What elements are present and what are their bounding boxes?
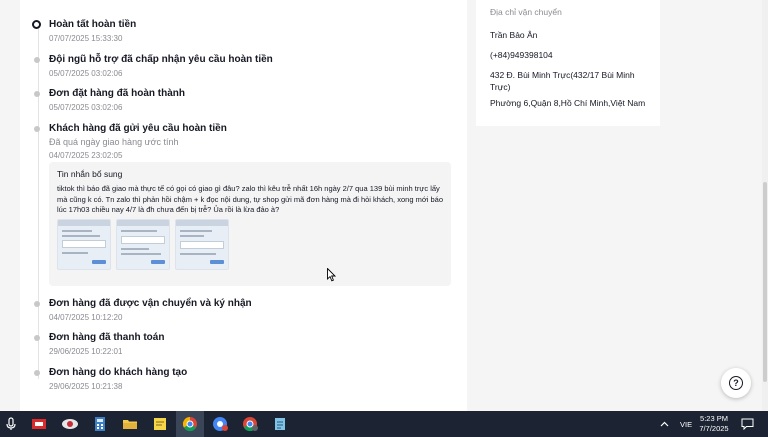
timeline-event-title: Đơn đặt hàng đã hoàn thành [49, 88, 185, 99]
shipping-address-label: Địa chỉ vận chuyển [490, 7, 562, 17]
timeline-event-date: 04/07/2025 10:12:20 [49, 313, 123, 322]
attachment-thumbnail[interactable] [57, 218, 111, 270]
timeline-event-date: 29/06/2025 10:21:38 [49, 382, 123, 391]
address-ward-city: Phường 6,Quận 8,Hồ Chí Minh,Việt Nam [490, 98, 646, 108]
order-timeline-card: Hoàn tất hoàn tiền 07/07/2025 15:33:30 Đ… [20, 0, 467, 411]
additional-message-body: tiktok thì báo đã giao mà thực tế có gọi… [57, 184, 444, 214]
game-icon[interactable] [30, 415, 48, 433]
order-details-page: Hoàn tất hoàn tiền 07/07/2025 15:33:30 Đ… [0, 0, 768, 411]
timeline-dot [34, 335, 40, 341]
timeline-event: Đơn đặt hàng đã hoàn thành 05/07/2025 03… [34, 88, 459, 113]
attachment-thumbnails [57, 218, 443, 270]
notepad-icon[interactable] [271, 415, 289, 433]
timeline-event: Khách hàng đã gửi yêu cầu hoàn tiền Đã q… [34, 123, 459, 161]
timeline-event-title: Đơn hàng do khách hàng tạo [49, 367, 188, 378]
shipping-address-card: Địa chỉ vận chuyển Trần Bảo Ân (+84)9493… [476, 0, 660, 126]
recipient-name: Trần Bảo Ân [490, 30, 538, 40]
timeline-event-subtitle: Đã quá ngày giao hàng ước tính [49, 137, 179, 147]
tray-overflow-icon[interactable] [660, 411, 669, 437]
timeline-event-date: 07/07/2025 15:33:30 [49, 34, 123, 43]
timeline-event-title: Đội ngũ hỗ trợ đã chấp nhận yêu cầu hoàn… [49, 54, 273, 65]
help-button[interactable]: ? [721, 368, 751, 398]
file-explorer-icon[interactable] [121, 415, 139, 433]
mouse-cursor-icon [327, 268, 337, 282]
calculator-icon[interactable] [91, 415, 109, 433]
timeline-event-title: Đơn hàng đã thanh toán [49, 332, 165, 343]
address-street: 432 Đ. Bùi Minh Trực(432/17 Bùi Minh Trự… [490, 70, 635, 92]
timeline-event-date: 05/07/2025 03:02:06 [49, 103, 123, 112]
page-scrollbar-thumb[interactable] [763, 182, 767, 382]
timeline-dot [34, 370, 40, 376]
timeline-event-date: 29/06/2025 10:22:01 [49, 347, 123, 356]
timeline-event-title: Hoàn tất hoàn tiền [49, 19, 137, 30]
timeline-current-dot [32, 20, 41, 29]
recipient-phone: (+84)949398104 [490, 50, 553, 60]
chrome-profile-2-icon[interactable] [241, 415, 259, 433]
timeline-event-date: 05/07/2025 03:02:06 [49, 69, 123, 78]
timeline-event: Hoàn tất hoàn tiền 07/07/2025 15:33:30 [32, 19, 459, 44]
timeline-event: Đơn hàng đã được vận chuyển và ký nhận 0… [34, 298, 459, 323]
timeline-event-title: Đơn hàng đã được vận chuyển và ký nhận [49, 298, 252, 309]
timeline-event: Đội ngũ hỗ trợ đã chấp nhận yêu cầu hoàn… [34, 54, 459, 79]
timeline-event-title: Khách hàng đã gửi yêu cầu hoàn tiền [49, 123, 227, 134]
timeline-rail [38, 24, 39, 379]
chrome-profile-icon[interactable] [211, 415, 229, 433]
input-language[interactable]: VIE [680, 411, 692, 437]
taskbar-clock[interactable]: 5:23 PM 7/7/2025 [694, 414, 734, 434]
mic-icon[interactable] [2, 415, 20, 433]
additional-message-box: Tin nhắn bổ sung tiktok thì báo đã giao … [49, 162, 451, 286]
sticky-notes-icon[interactable] [151, 415, 169, 433]
timeline-event-date: 04/07/2025 23:02:05 [49, 151, 123, 160]
timeline-event: Đơn hàng do khách hàng tạo 29/06/2025 10… [34, 367, 459, 392]
chrome-icon[interactable] [181, 415, 199, 433]
attachment-thumbnail[interactable] [116, 218, 170, 270]
timeline-event: Đơn hàng đã thanh toán 29/06/2025 10:22:… [34, 332, 459, 357]
notification-center-icon[interactable] [741, 411, 754, 437]
clock-date: 7/7/2025 [699, 424, 729, 433]
timeline-dot [34, 301, 40, 307]
timeline-dot [34, 91, 40, 97]
windows-taskbar: VIE 5:23 PM 7/7/2025 [0, 411, 768, 437]
attachment-thumbnail[interactable] [175, 218, 229, 270]
timeline-dot [34, 126, 40, 132]
additional-message-title: Tin nhắn bổ sung [57, 169, 123, 179]
timeline-dot [34, 57, 40, 63]
clock-time: 5:23 PM [700, 414, 728, 423]
help-icon: ? [729, 376, 743, 390]
app-icon[interactable] [61, 415, 79, 433]
